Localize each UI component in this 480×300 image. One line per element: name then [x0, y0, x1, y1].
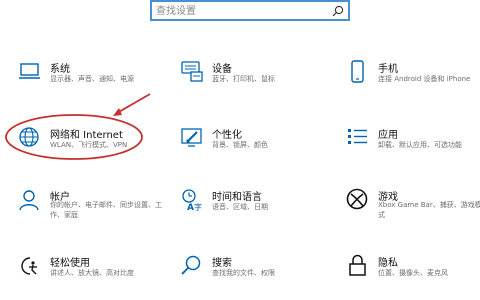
svg-text:字: 字 — [194, 202, 202, 212]
tile-accounts[interactable]: 帐户 你的帐户、电子邮件、同步设置、工作、家庭 — [18, 188, 162, 228]
laptop-icon — [18, 60, 42, 84]
tile-title: 个性化 — [212, 130, 242, 141]
annotation-arrow-head — [113, 108, 122, 116]
search-icon[interactable] — [332, 5, 344, 17]
svg-text:A: A — [187, 203, 194, 212]
tile-description: 你的帐户、电子邮件、同步设置、工作、家庭 — [50, 201, 162, 219]
tile-search[interactable]: 搜索 查找我的文件、权限 — [180, 254, 320, 294]
keyboard-printer-icon — [180, 60, 204, 84]
tile-time-language[interactable]: A 字 时间和语言 语音、区域、日期 — [180, 188, 320, 228]
tile-description: 背景、锁屏、颜色 — [212, 141, 268, 149]
tile-description: 语音、区域、日期 — [212, 203, 268, 211]
apps-list-icon — [346, 126, 370, 150]
tile-ease-of-access[interactable]: 轻松使用 讲述人、放大镜、高对比度 — [18, 254, 158, 294]
tile-privacy[interactable]: 隐私 位置、摄像头、麦克风 — [346, 254, 480, 294]
search-box[interactable] — [150, 0, 350, 21]
tile-title: 网络和 Internet — [50, 130, 123, 141]
search-input[interactable] — [156, 3, 326, 19]
tile-title: 隐私 — [378, 258, 398, 269]
tile-description: 蓝牙、打印机、鼠标 — [212, 75, 275, 83]
phone-icon — [346, 60, 370, 84]
tile-description: 显示器、声音、通知、电源 — [50, 75, 134, 83]
tile-description: 位置、摄像头、麦克风 — [378, 269, 448, 277]
tile-description: Xbox Game Bar、捕获、游戏模式 — [378, 201, 480, 219]
ease-of-access-icon — [18, 254, 42, 278]
tile-devices[interactable]: 设备 蓝牙、打印机、鼠标 — [180, 60, 320, 100]
tile-title: 系统 — [50, 64, 70, 75]
lock-icon — [346, 254, 370, 278]
tile-system[interactable]: 系统 显示器、声音、通知、电源 — [18, 60, 158, 100]
tile-gaming[interactable]: 游戏 Xbox Game Bar、捕获、游戏模式 — [346, 188, 480, 228]
tile-title: 应用 — [378, 130, 398, 141]
time-language-icon: A 字 — [180, 188, 204, 212]
tile-description: 查找我的文件、权限 — [212, 269, 275, 277]
tile-title: 设备 — [212, 64, 232, 75]
magnifier-icon — [180, 254, 204, 278]
tile-description: 连接 Android 设备和 iPhone — [378, 75, 471, 83]
xbox-icon — [346, 188, 370, 212]
tile-network[interactable]: 网络和 Internet WLAN、飞行模式、VPN — [18, 126, 158, 166]
tile-title: 轻松使用 — [50, 258, 90, 269]
tile-description: WLAN、飞行模式、VPN — [50, 141, 128, 149]
tile-title: 时间和语言 — [212, 192, 262, 203]
tile-title: 手机 — [378, 64, 398, 75]
tile-personalization[interactable]: 个性化 背景、锁屏、颜色 — [180, 126, 320, 166]
tile-phone[interactable]: 手机 连接 Android 设备和 iPhone — [346, 60, 480, 100]
tile-description: 卸载、默认应用、可选功能 — [378, 141, 462, 149]
globe-icon — [18, 126, 42, 150]
paintbrush-icon — [180, 126, 204, 150]
tile-title: 搜索 — [212, 258, 232, 269]
tile-apps[interactable]: 应用 卸载、默认应用、可选功能 — [346, 126, 480, 166]
tile-description: 讲述人、放大镜、高对比度 — [50, 269, 134, 277]
person-icon — [18, 188, 42, 212]
